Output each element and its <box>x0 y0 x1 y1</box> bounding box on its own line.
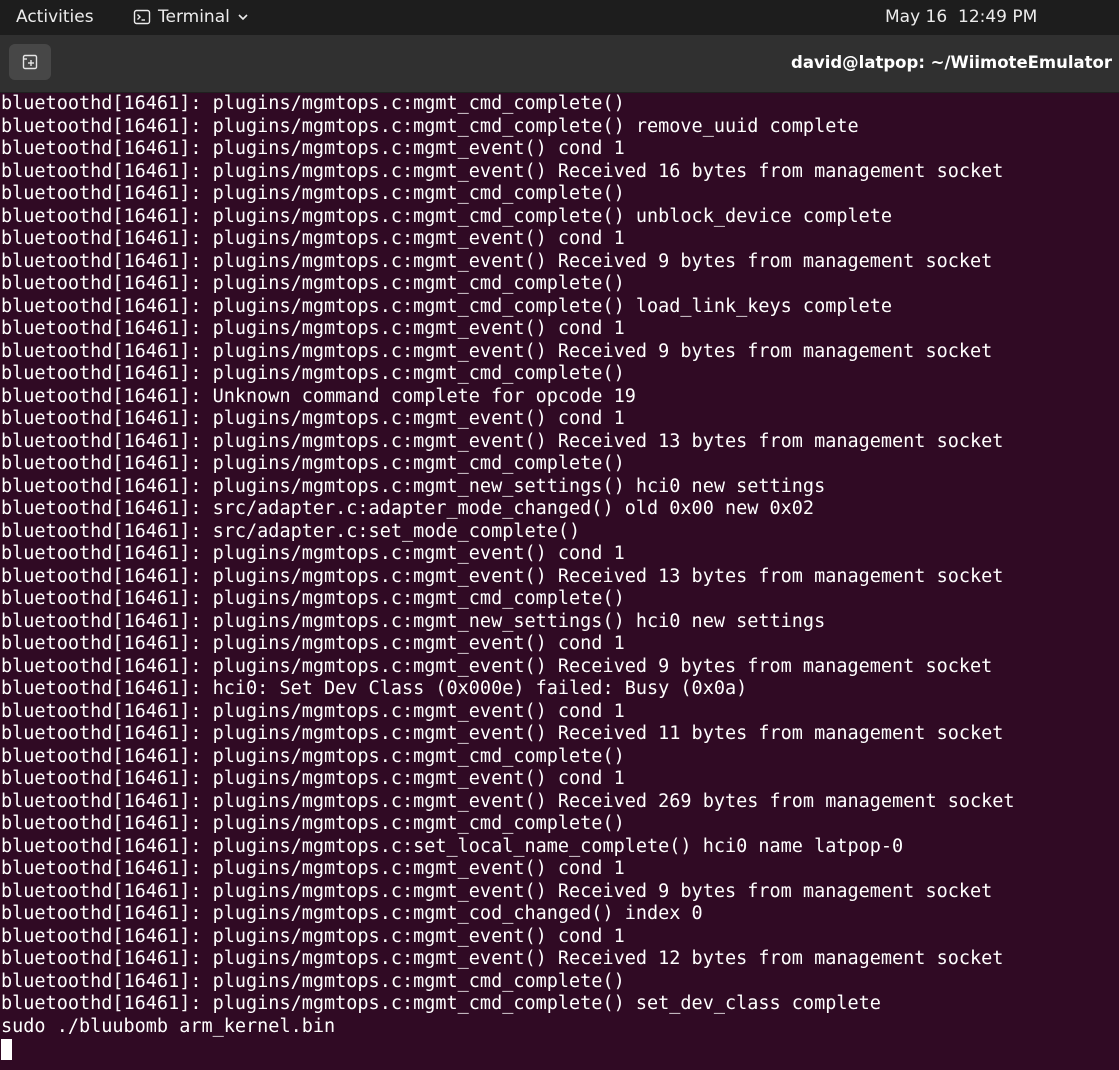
terminal-line: bluetoothd[16461]: Unknown command compl… <box>1 385 636 407</box>
terminal-icon <box>133 9 151 25</box>
new-tab-icon <box>22 54 38 70</box>
terminal-line: bluetoothd[16461]: plugins/mgmtops.c:mgm… <box>1 273 625 294</box>
terminal-line: bluetoothd[16461]: plugins/mgmtops.c:mgm… <box>1 453 625 474</box>
terminal-cursor <box>1 1039 12 1060</box>
terminal-line: bluetoothd[16461]: plugins/mgmtops.c:mgm… <box>1 790 1015 812</box>
terminal-line: bluetoothd[16461]: plugins/mgmtops.c:mgm… <box>1 250 993 272</box>
new-tab-button[interactable] <box>9 44 51 80</box>
terminal-line: bluetoothd[16461]: plugins/mgmtops.c:mgm… <box>1 408 625 429</box>
window-title: david@latpop: ~/WiimoteEmulator <box>791 53 1112 72</box>
terminal-line: bluetoothd[16461]: plugins/mgmtops.c:mgm… <box>1 160 1004 182</box>
terminal-line: bluetoothd[16461]: plugins/mgmtops.c:mgm… <box>1 115 859 137</box>
terminal-line: bluetoothd[16461]: plugins/mgmtops.c:mgm… <box>1 543 625 564</box>
terminal-line: bluetoothd[16461]: plugins/mgmtops.c:mgm… <box>1 903 703 924</box>
clock[interactable]: May 16 12:49 PM <box>885 7 1037 27</box>
terminal-line: bluetoothd[16461]: plugins/mgmtops.c:mgm… <box>1 993 881 1014</box>
terminal-line: bluetoothd[16461]: src/adapter.c:adapter… <box>1 498 815 519</box>
terminal-line: bluetoothd[16461]: plugins/mgmtops.c:mgm… <box>1 183 625 204</box>
terminal-line: bluetoothd[16461]: plugins/mgmtops.c:mgm… <box>1 948 1004 969</box>
top-bar: Activities Terminal May 16 12:49 PM <box>0 0 1119 35</box>
terminal-line: bluetoothd[16461]: hci0: Set Dev Class (… <box>1 678 748 699</box>
terminal-line: bluetoothd[16461]: plugins/mgmtops.c:mgm… <box>1 768 625 789</box>
clock-date: May 16 <box>885 7 948 27</box>
terminal-line: bluetoothd[16461]: plugins/mgmtops.c:mgm… <box>1 925 625 947</box>
clock-time: 12:49 PM <box>958 7 1038 27</box>
window-header-bar: david@latpop: ~/WiimoteEmulator <box>0 35 1119 93</box>
terminal-line: bluetoothd[16461]: plugins/mgmtops.c:mgm… <box>1 700 625 722</box>
terminal-line: bluetoothd[16461]: plugins/mgmtops.c:mgm… <box>1 723 1004 744</box>
terminal-output[interactable]: bluetoothd[16461]: plugins/mgmtops.c:mgm… <box>0 93 1119 1070</box>
terminal-line: bluetoothd[16461]: plugins/mgmtops.c:mgm… <box>1 565 1004 587</box>
app-menu[interactable]: Terminal <box>133 7 249 27</box>
terminal-lines: bluetoothd[16461]: plugins/mgmtops.c:mgm… <box>1 93 1015 1060</box>
activities-button[interactable]: Activities <box>16 7 94 27</box>
terminal-line: bluetoothd[16461]: src/adapter.c:set_mod… <box>1 520 581 542</box>
terminal-line: bluetoothd[16461]: plugins/mgmtops.c:mgm… <box>1 610 826 632</box>
terminal-line: bluetoothd[16461]: plugins/mgmtops.c:mgm… <box>1 295 893 317</box>
terminal-line: bluetoothd[16461]: plugins/mgmtops.c:mgm… <box>1 970 625 992</box>
terminal-line: bluetoothd[16461]: plugins/mgmtops.c:mgm… <box>1 813 625 834</box>
app-menu-label: Terminal <box>158 7 230 27</box>
terminal-line: bluetoothd[16461]: plugins/mgmtops.c:mgm… <box>1 430 1004 452</box>
terminal-line: bluetoothd[16461]: plugins/mgmtops.c:mgm… <box>1 880 993 902</box>
terminal-line: bluetoothd[16461]: plugins/mgmtops.c:mgm… <box>1 93 625 114</box>
chevron-down-icon <box>238 14 248 21</box>
terminal-line: bluetoothd[16461]: plugins/mgmtops.c:mgm… <box>1 138 625 159</box>
terminal-line: bluetoothd[16461]: plugins/mgmtops.c:set… <box>1 835 904 857</box>
terminal-line: bluetoothd[16461]: plugins/mgmtops.c:mgm… <box>1 228 625 249</box>
terminal-line: bluetoothd[16461]: plugins/mgmtops.c:mgm… <box>1 363 625 384</box>
terminal-line: bluetoothd[16461]: plugins/mgmtops.c:mgm… <box>1 475 826 497</box>
terminal-line: bluetoothd[16461]: plugins/mgmtops.c:mgm… <box>1 340 993 362</box>
terminal-line: bluetoothd[16461]: plugins/mgmtops.c:mgm… <box>1 655 993 677</box>
terminal-line: bluetoothd[16461]: plugins/mgmtops.c:mgm… <box>1 205 893 227</box>
terminal-line: bluetoothd[16461]: plugins/mgmtops.c:mgm… <box>1 633 625 654</box>
terminal-line: bluetoothd[16461]: plugins/mgmtops.c:mgm… <box>1 318 625 339</box>
terminal-line: bluetoothd[16461]: plugins/mgmtops.c:mgm… <box>1 745 625 767</box>
terminal-line: bluetoothd[16461]: plugins/mgmtops.c:mgm… <box>1 588 625 609</box>
terminal-line: bluetoothd[16461]: plugins/mgmtops.c:mgm… <box>1 858 625 879</box>
terminal-line: sudo ./bluubomb arm_kernel.bin <box>1 1015 336 1037</box>
